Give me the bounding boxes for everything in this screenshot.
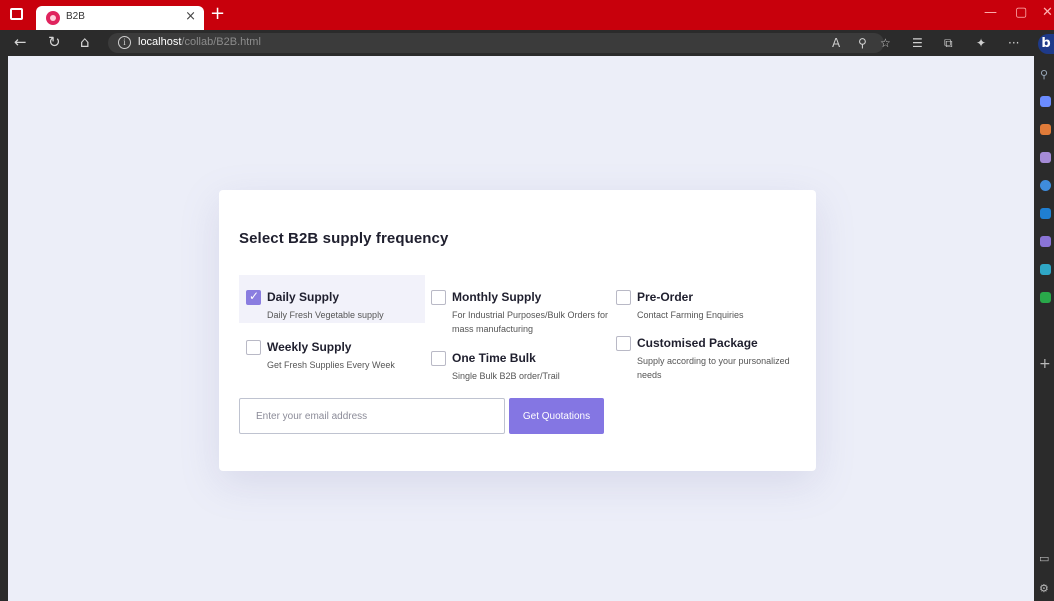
monthly-supply-checkbox[interactable] [431,290,446,305]
option-description: For Industrial Purposes/Bulk Orders for … [452,310,609,334]
option-weekly-supply[interactable]: Weekly Supply Get Fresh Supplies Every W… [239,325,425,373]
option-description: Get Fresh Supplies Every Week [267,360,395,370]
tab-b2b[interactable]: B2B × [36,6,204,30]
check-icon: ✓ [249,289,260,303]
new-tab-button[interactable]: + [210,3,225,25]
one-time-bulk-checkbox[interactable] [431,351,446,366]
option-description: Daily Fresh Vegetable supply [267,310,384,320]
option-label: Customised Package [637,336,758,350]
restore-icon[interactable]: ▢ [1015,5,1027,20]
refresh-icon[interactable]: ↻ [48,33,61,51]
games-icon[interactable] [1040,152,1051,163]
search-icon[interactable]: ⚲ [1040,68,1051,81]
read-aloud-icon[interactable]: A [832,34,840,52]
favorite-icon[interactable]: ☆ [880,34,891,52]
tab-title: B2B [66,11,85,22]
extension-icon[interactable]: ✦ [976,34,986,52]
outlook-icon[interactable] [1040,208,1051,219]
hide-sidebar-icon[interactable]: ▭ [1039,552,1049,565]
option-description: Single Bulk B2B order/Trail [452,371,560,381]
address-bar: ← ↻ ⌂ i localhost/collab/B2B.html A ⚲ ☆ … [0,30,1034,56]
drop-icon[interactable] [1040,264,1051,275]
pre-order-checkbox[interactable] [616,290,631,305]
daily-supply-checkbox[interactable]: ✓ [246,289,261,305]
url-field[interactable]: i localhost/collab/B2B.html A ⚲ [108,33,884,53]
page-viewport: Select B2B supply frequency ✓ Daily Supp… [8,56,1034,601]
edge-sidebar: ⚲ + ▭ ⚙ [1034,56,1054,601]
tree-icon[interactable] [1040,292,1051,303]
url-host: localhost [138,36,182,48]
customised-package-checkbox[interactable] [616,336,631,351]
tab-close-icon[interactable]: × [185,9,196,24]
option-description: Contact Farming Enquiries [637,310,744,320]
tools-icon[interactable] [1040,124,1051,135]
close-window-icon[interactable]: ✕ [1042,5,1053,20]
option-label: Daily Supply [267,290,340,304]
option-daily-supply[interactable]: ✓ Daily Supply Daily Fresh Vegetable sup… [239,275,425,323]
option-label: Monthly Supply [452,290,542,304]
option-customised-package[interactable]: Customised Package Supply according to y… [609,321,795,380]
get-quotations-button[interactable]: Get Quotations [509,398,604,434]
page-title: Select B2B supply frequency [239,230,449,247]
browser-title-bar: B2B × + — ▢ ✕ [0,0,1054,30]
option-monthly-supply[interactable]: Monthly Supply For Industrial Purposes/B… [424,275,610,334]
sidebar-settings-icon[interactable]: ⚙ [1039,582,1049,595]
home-icon[interactable]: ⌂ [80,33,90,51]
option-one-time-bulk[interactable]: One Time Bulk Single Bulk B2B order/Trai… [424,336,610,384]
zoom-icon[interactable]: ⚲ [858,34,867,52]
url-path: /collab/B2B.html [181,36,261,48]
url-text: localhost/collab/B2B.html [138,36,261,48]
office-icon[interactable] [1040,180,1051,191]
supply-frequency-card: Select B2B supply frequency ✓ Daily Supp… [219,190,816,471]
option-label: Pre-Order [637,290,694,304]
tab-actions-icon[interactable] [10,8,23,20]
option-pre-order[interactable]: Pre-Order Contact Farming Enquiries [609,275,795,323]
option-label: Weekly Supply [267,340,352,354]
shopping-icon[interactable] [1040,96,1051,107]
more-menu-icon[interactable]: ··· [1008,34,1019,52]
minimize-icon[interactable]: — [984,5,997,20]
email-field[interactable] [239,398,505,434]
add-sidebar-app-icon[interactable]: + [1039,356,1051,372]
weekly-supply-checkbox[interactable] [246,340,261,355]
back-icon[interactable]: ← [14,33,27,51]
site-favicon-icon [46,11,60,25]
favorites-list-icon[interactable]: ☰ [912,34,923,52]
designer-icon[interactable] [1040,236,1051,247]
site-info-icon[interactable]: i [118,36,131,49]
collections-icon[interactable]: ⧉ [944,34,953,52]
option-description: Supply according to your pursonalized ne… [637,356,790,380]
bing-copilot-icon[interactable]: b [1038,34,1054,54]
option-label: One Time Bulk [452,351,536,365]
